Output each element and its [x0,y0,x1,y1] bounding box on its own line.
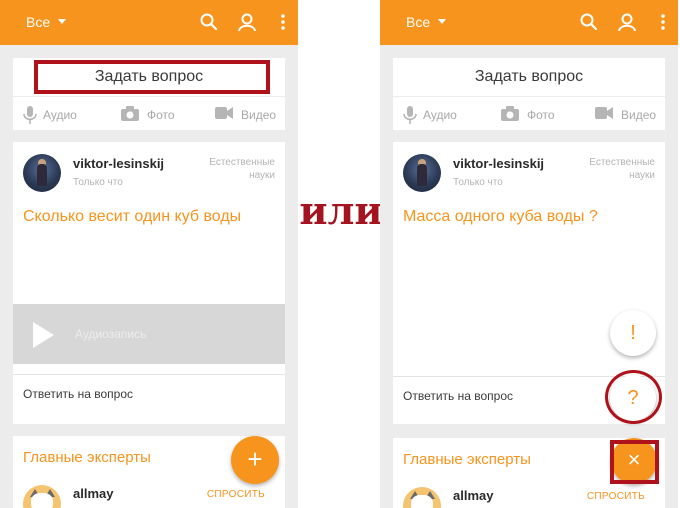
question-text: Сколько весит один куб воды [23,208,242,225]
subject-tag[interactable]: Естественные науки [565,156,655,182]
post-time: Только что [453,177,503,188]
video-camera-icon [215,107,233,119]
answer-label: Ответить на вопрос [23,387,134,401]
video-label: Видео [621,108,657,122]
avatar[interactable] [23,485,61,508]
more-vert-icon[interactable] [273,12,293,32]
left-screen: Все Задать вопрос Аудио Фото Видео vikto… [0,0,298,508]
camera-icon [121,106,139,121]
answer-fab-button[interactable]: ! [610,310,656,356]
audio-label: Аудиозапись [75,327,147,341]
search-icon[interactable] [579,12,599,32]
answer-label: Ответить на вопрос [403,389,514,403]
microphone-icon [23,106,37,124]
ask-question-card: Задать вопрос Аудио Фото Видео [393,58,665,130]
audio-label: Аудио [43,108,77,122]
highlight-box [34,60,270,94]
ask-expert-button[interactable]: СПРОСИТЬ [207,489,265,500]
photo-label: Фото [147,108,175,122]
top-app-bar: Все [0,0,298,45]
audio-player[interactable]: Аудиозапись [13,304,285,364]
post-time: Только что [73,177,123,188]
category-selector[interactable]: Все [26,14,50,30]
search-icon[interactable] [199,12,219,32]
ask-question-button[interactable]: Задать вопрос [393,68,665,86]
video-camera-icon [595,107,613,119]
audio-label: Аудио [423,108,457,122]
expert-name[interactable]: allmay [73,486,113,501]
experts-title: Главные эксперты [403,451,531,468]
play-icon[interactable] [31,321,55,349]
profile-icon[interactable] [237,12,257,32]
highlight-circle [605,370,662,424]
video-label: Видео [241,108,277,122]
highlight-box [610,440,659,484]
subject-tag[interactable]: Естественные науки [185,156,275,182]
category-selector[interactable]: Все [406,14,430,30]
camera-icon [501,106,519,121]
author-name[interactable]: viktor-lesinskij [453,156,544,171]
right-screen: Все Задать вопрос Аудио Фото Видео vikto… [380,0,678,508]
experts-title: Главные эксперты [23,449,151,466]
top-app-bar: Все [380,0,678,45]
dropdown-caret-icon[interactable] [438,19,446,24]
attachment-row: Аудио Фото Видео [393,96,665,130]
ask-expert-button[interactable]: СПРОСИТЬ [587,491,645,502]
separator-text: или [299,188,383,233]
question-text: Масса одного куба воды ? [403,208,598,225]
expert-name[interactable]: allmay [453,488,493,503]
microphone-icon [403,106,417,124]
attachment-row: Аудио Фото Видео [13,96,285,130]
add-fab-button[interactable]: + [231,436,279,484]
more-vert-icon[interactable] [653,12,673,32]
author-name[interactable]: viktor-lesinskij [73,156,164,171]
question-card[interactable]: viktor-lesinskij Только что Естественные… [13,142,285,424]
avatar[interactable] [23,154,61,192]
answer-button[interactable]: Ответить на вопрос [13,374,285,424]
dropdown-caret-icon[interactable] [58,19,66,24]
avatar[interactable] [403,487,441,508]
avatar[interactable] [403,154,441,192]
photo-label: Фото [527,108,555,122]
profile-icon[interactable] [617,12,637,32]
